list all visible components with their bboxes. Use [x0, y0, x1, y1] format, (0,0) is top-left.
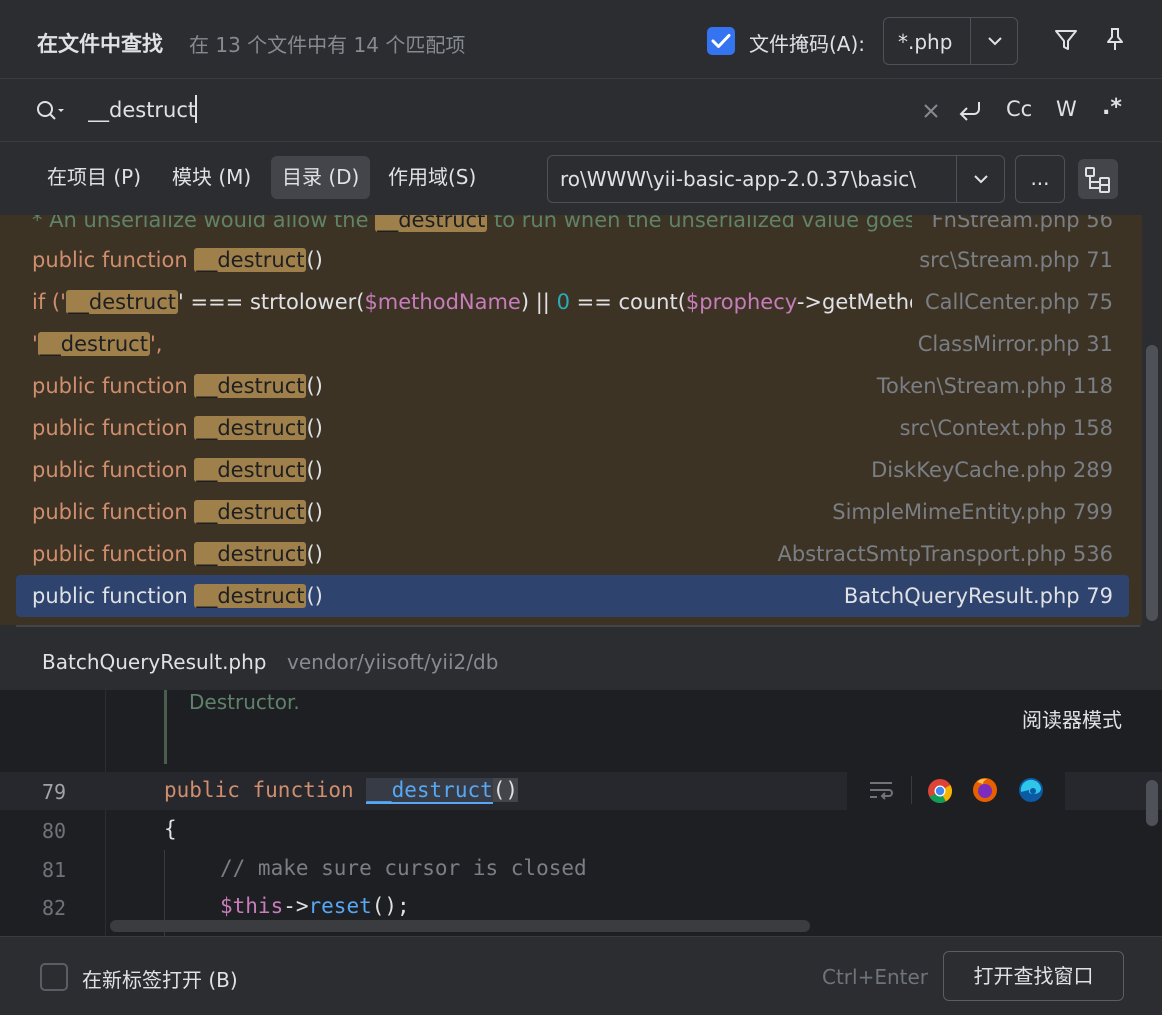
match-highlight: __destruct [194, 542, 307, 566]
soft-wrap-icon[interactable] [867, 778, 895, 802]
match-highlight: __destruct [37, 332, 150, 356]
result-file: Token\Stream.php 118 [866, 365, 1113, 407]
result-row[interactable]: public function __destruct() AbstractSmt… [16, 533, 1129, 575]
match-highlight: __destruct [65, 290, 179, 314]
reader-mode-button[interactable]: 阅读器模式 [1022, 704, 1122, 733]
result-row[interactable]: public function __destruct() Token\Strea… [16, 365, 1129, 407]
check-icon [711, 34, 731, 48]
line-number: 82 [42, 896, 67, 920]
shortcut-hint: Ctrl+Enter [822, 965, 929, 989]
tab-directory[interactable]: 目录 (D) [271, 156, 371, 199]
result-file: ClassMirror.php 31 [907, 323, 1113, 365]
clear-icon[interactable] [921, 101, 941, 121]
result-row[interactable]: '__destruct', ClassMirror.php 31 [16, 323, 1129, 365]
result-row[interactable]: public function __destruct() SimpleMimeE… [16, 491, 1129, 533]
results-scrollbar-thumb[interactable] [1146, 345, 1158, 621]
result-row[interactable]: public function __destruct() DiskKeyCach… [16, 449, 1129, 491]
match-highlight: __destruct [194, 500, 307, 524]
file-mask-combo[interactable]: *.php [883, 17, 1018, 65]
filter-icon[interactable] [1053, 27, 1079, 53]
code-preview[interactable]: Destructor. 阅读器模式 79 public function __d… [0, 690, 1162, 936]
dialog-title: 在文件中查找 [37, 32, 163, 56]
chrome-icon[interactable] [927, 778, 953, 804]
tab-module[interactable]: 模块 (M) [161, 156, 262, 199]
match-highlight: __destruct [375, 215, 488, 232]
line-number: 79 [42, 780, 67, 804]
doc-comment: Destructor. [189, 690, 300, 714]
splitter[interactable] [16, 625, 1140, 627]
new-line-icon[interactable] [957, 97, 985, 125]
tab-project[interactable]: 在项目 (P) [36, 156, 152, 199]
code-line: // make sure cursor is closed [220, 856, 587, 880]
dialog-footer: 在新标签打开 (B) Ctrl+Enter 打开查找窗口 [0, 936, 1162, 1015]
result-file: AbstractSmtpTransport.php 536 [767, 533, 1113, 575]
match-highlight: __destruct [194, 458, 307, 482]
code-line: $this->reset(); [220, 894, 410, 918]
line-number: 80 [42, 819, 67, 843]
open-in-new-tab-label[interactable]: 在新标签打开 (B) [82, 964, 238, 993]
result-file: src\Context.php 158 [889, 407, 1113, 449]
recursive-toggle[interactable] [1078, 159, 1118, 199]
result-row[interactable]: public function __destruct() src\Context… [16, 407, 1129, 449]
editor-h-scrollbar-thumb[interactable] [110, 920, 810, 932]
result-file: BatchQueryResult.php 79 [833, 575, 1113, 617]
search-history-icon[interactable] [35, 99, 65, 123]
result-row[interactable]: if ('__destruct' === strtolower($methodN… [16, 281, 1129, 323]
directory-combo[interactable]: ro\WWW\yii-basic-app-2.0.37\basic\ [547, 155, 1005, 203]
editor-floating-toolbar [847, 762, 1065, 818]
browse-button[interactable]: ... [1015, 155, 1065, 203]
results-list: * An unserialize would allow the __destr… [0, 215, 1142, 625]
open-in-new-tab-checkbox[interactable] [40, 963, 68, 991]
preview-file-path: vendor/yiisoft/yii2/db [287, 650, 499, 674]
pin-icon[interactable] [1102, 26, 1128, 52]
match-count: 在 13 个文件中有 14 个匹配项 [189, 33, 466, 57]
directory-value: ro\WWW\yii-basic-app-2.0.37\basic\ [560, 167, 917, 191]
edge-icon[interactable] [1017, 776, 1045, 804]
result-file: src\Stream.php 71 [909, 239, 1113, 281]
result-file: CallCenter.php 75 [915, 281, 1113, 323]
match-highlight: __destruct [194, 248, 307, 272]
line-number: 81 [42, 858, 67, 882]
match-highlight: __destruct [194, 416, 307, 440]
regex-toggle[interactable]: .* [1102, 95, 1122, 120]
file-mask-label: 文件掩码(A): [749, 32, 866, 56]
match-highlight: __destruct [194, 374, 307, 398]
result-row-selected[interactable]: public function __destruct() BatchQueryR… [16, 575, 1129, 617]
firefox-icon[interactable] [971, 776, 999, 804]
file-mask-checkbox[interactable] [707, 27, 735, 55]
chevron-down-icon[interactable] [984, 30, 1006, 52]
editor-scrollbar-thumb[interactable] [1146, 780, 1158, 826]
whole-words-toggle[interactable]: W [1056, 97, 1077, 121]
result-file: SimpleMimeEntity.php 799 [822, 491, 1113, 533]
code-line: public function __destruct() [164, 778, 519, 804]
match-highlight: __destruct [194, 584, 307, 608]
search-row: Cc W .* [0, 78, 1162, 142]
scope-row: 在项目 (P) 模块 (M) 目录 (D) 作用域(S) ro\WWW\yii-… [0, 143, 1162, 215]
preview-header: BatchQueryResult.php vendor/yiisoft/yii2… [0, 628, 1162, 690]
file-mask-value: *.php [898, 30, 953, 54]
dialog-header: 在文件中查找 在 13 个文件中有 14 个匹配项 文件掩码(A): *.php [0, 0, 1162, 78]
folder-tree-icon [1085, 167, 1110, 193]
preview-file-name: BatchQueryResult.php [42, 650, 267, 674]
search-input[interactable] [88, 95, 888, 125]
result-file: DiskKeyCache.php 289 [861, 449, 1113, 491]
result-row[interactable]: public function __destruct() src\Stream.… [16, 239, 1129, 281]
match-case-toggle[interactable]: Cc [1006, 97, 1032, 121]
open-find-window-button[interactable]: 打开查找窗口 [943, 951, 1124, 1001]
result-file: FnStream.php 56 [921, 215, 1113, 241]
tab-scope[interactable]: 作用域(S) [377, 156, 487, 199]
chevron-down-icon[interactable] [970, 168, 992, 190]
find-in-files-dialog: 在文件中查找 在 13 个文件中有 14 个匹配项 文件掩码(A): *.php… [0, 0, 1162, 1015]
code-line: { [164, 817, 177, 841]
result-row[interactable]: * An unserialize would allow the __destr… [16, 215, 1129, 241]
